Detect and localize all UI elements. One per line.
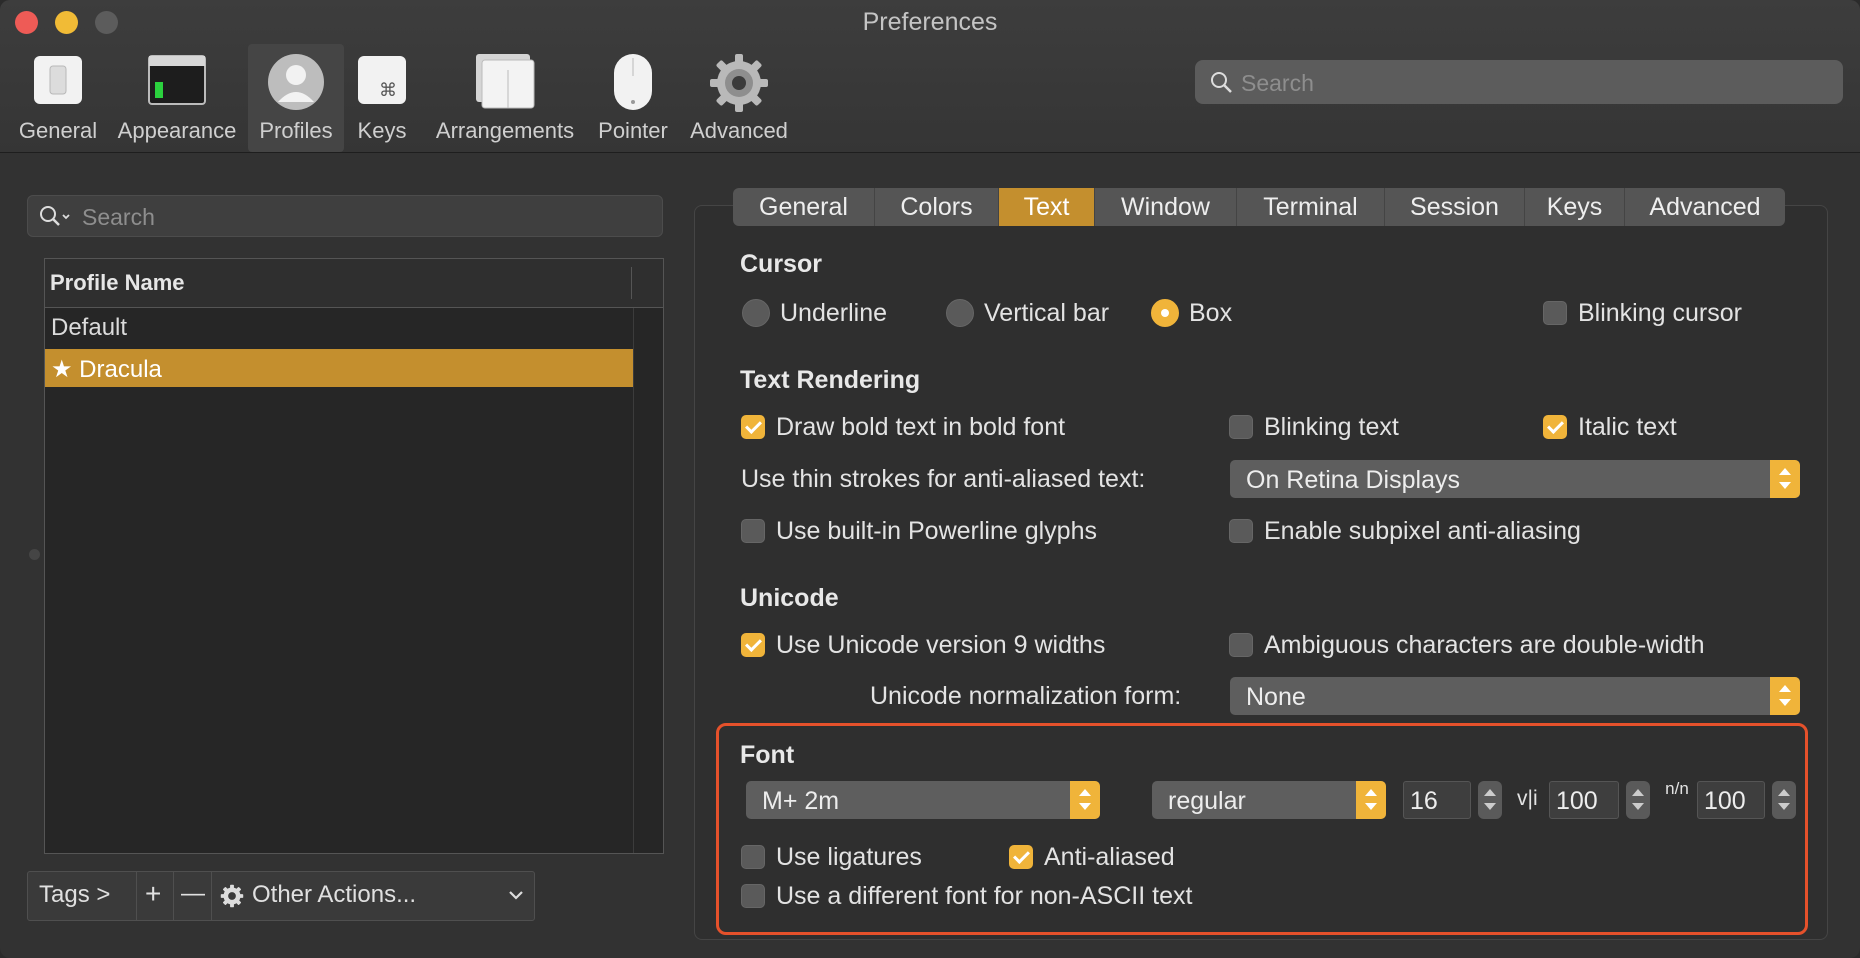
tab-session[interactable]: Session xyxy=(1385,188,1525,226)
profiles-icon xyxy=(268,54,324,110)
tab-window[interactable]: Window xyxy=(1095,188,1237,226)
toolbar-item-pointer[interactable]: Pointer xyxy=(592,44,674,152)
blinking-cursor-label: Blinking cursor xyxy=(1578,299,1742,327)
anti-aliased-label: Anti-aliased xyxy=(1044,843,1175,871)
toolbar-item-general[interactable]: General xyxy=(10,44,106,152)
profile-name: Default xyxy=(51,314,128,341)
toolbar-search xyxy=(1195,60,1843,104)
non-ascii-font-checkbox[interactable] xyxy=(741,884,765,908)
tab-general[interactable]: General xyxy=(733,188,875,226)
remove-profile-button[interactable]: — xyxy=(174,872,210,920)
font-family-popup[interactable]: M+ 2m xyxy=(746,781,1100,819)
profile-tabs: General Colors Text Window Terminal Sess… xyxy=(733,188,1785,226)
toolbar-search-input[interactable] xyxy=(1239,66,1833,100)
toolbar: Preferences General Appearance Profiles xyxy=(0,0,1860,153)
window-title: Preferences xyxy=(862,8,998,36)
cursor-section-title: Cursor xyxy=(740,250,822,278)
table-row-selected[interactable]: ★ Dracula xyxy=(45,349,633,387)
split-handle[interactable] xyxy=(29,549,40,560)
general-icon xyxy=(34,56,82,104)
bold-font-label: Draw bold text in bold font xyxy=(776,413,1066,441)
other-actions-button[interactable]: Other Actions... xyxy=(212,872,534,920)
search-icon xyxy=(1211,72,1232,93)
gear-icon xyxy=(710,54,768,112)
arrangements-icon xyxy=(476,54,535,109)
subpixel-antialiasing-checkbox[interactable] xyxy=(1229,519,1253,543)
italic-text-checkbox[interactable] xyxy=(1543,415,1567,439)
ambiguous-width-label: Ambiguous characters are double-width xyxy=(1264,631,1705,659)
anti-aliased-checkbox[interactable] xyxy=(1009,845,1033,869)
cursor-underline-label: Underline xyxy=(780,299,888,327)
cursor-vertical-bar-radio[interactable] xyxy=(946,299,974,327)
normalization-label: Unicode normalization form: xyxy=(870,682,1182,710)
thin-strokes-label: Use thin strokes for anti-aliased text: xyxy=(741,465,1146,493)
chevron-down-icon xyxy=(509,891,523,900)
thin-strokes-popup[interactable]: On Retina Displays xyxy=(1230,460,1800,498)
tab-keys[interactable]: Keys xyxy=(1525,188,1625,226)
popup-arrows-icon xyxy=(1770,677,1800,715)
unicode-section-title: Unicode xyxy=(740,584,839,612)
powerline-glyphs-checkbox[interactable] xyxy=(741,519,765,543)
powerline-glyphs-label: Use built-in Powerline glyphs xyxy=(776,517,1097,545)
tab-text[interactable]: Text xyxy=(999,188,1095,226)
blinking-cursor-checkbox[interactable] xyxy=(1543,301,1567,325)
subpixel-antialiasing-label: Enable subpixel anti-aliasing xyxy=(1264,517,1581,545)
font-size-stepper[interactable] xyxy=(1478,781,1502,819)
tags-button[interactable]: Tags > xyxy=(28,872,136,920)
gear-icon xyxy=(220,884,244,908)
profile-table: Profile Name Default ★ Dracula xyxy=(44,258,664,854)
tab-advanced[interactable]: Advanced xyxy=(1625,188,1785,226)
bold-font-checkbox[interactable] xyxy=(741,415,765,439)
cursor-underline-radio[interactable] xyxy=(742,299,770,327)
profile-search-input[interactable] xyxy=(80,200,654,234)
pointer-icon xyxy=(614,54,652,110)
table-row[interactable]: Default xyxy=(45,308,633,346)
font-section-title: Font xyxy=(740,741,795,769)
text-rendering-section-title: Text Rendering xyxy=(740,366,921,394)
italic-text-label: Italic text xyxy=(1578,413,1677,441)
cursor-vertical-bar-label: Vertical bar xyxy=(984,299,1110,327)
vertical-spacing-stepper[interactable] xyxy=(1772,781,1796,819)
horizontal-spacing-stepper[interactable] xyxy=(1626,781,1650,819)
toolbar-item-advanced[interactable]: Advanced xyxy=(684,44,794,152)
cursor-box-label: Box xyxy=(1189,299,1233,327)
unicode-v9-label: Use Unicode version 9 widths xyxy=(776,631,1106,659)
font-size-field[interactable]: 16 xyxy=(1403,781,1471,819)
svg-text:⌘: ⌘ xyxy=(379,80,397,101)
tab-terminal[interactable]: Terminal xyxy=(1237,188,1385,226)
toolbar-item-appearance[interactable]: Appearance xyxy=(110,44,244,152)
popup-arrows-icon xyxy=(1770,460,1800,498)
preferences-window: Preferences General Appearance Profiles xyxy=(0,0,1860,958)
ligatures-label: Use ligatures xyxy=(776,843,922,871)
vertical-spacing-field[interactable]: 100 xyxy=(1697,781,1765,819)
vertical-spacing-icon: n/n xyxy=(1665,779,1689,798)
profile-name: ★ Dracula xyxy=(51,356,162,383)
popup-arrows-icon xyxy=(1356,781,1386,819)
unicode-v9-checkbox[interactable] xyxy=(741,633,765,657)
ambiguous-width-checkbox[interactable] xyxy=(1229,633,1253,657)
popup-arrows-icon xyxy=(1070,781,1100,819)
toolbar-item-profiles[interactable]: Profiles xyxy=(248,44,344,152)
cursor-box-radio[interactable] xyxy=(1151,299,1179,327)
horizontal-spacing-field[interactable]: 100 xyxy=(1549,781,1619,819)
profile-search xyxy=(27,195,663,237)
add-profile-button[interactable]: + xyxy=(137,872,173,920)
search-icon xyxy=(40,206,70,226)
toolbar-item-keys[interactable]: ⌘ Keys xyxy=(350,44,414,152)
font-weight-popup[interactable]: regular xyxy=(1152,781,1386,819)
horizontal-spacing-icon: v|i xyxy=(1517,787,1538,810)
non-ascii-font-label: Use a different font for non-ASCII text xyxy=(776,882,1193,910)
appearance-icon xyxy=(148,55,206,105)
tab-colors[interactable]: Colors xyxy=(875,188,999,226)
table-header: Profile Name xyxy=(45,259,663,308)
ligatures-checkbox[interactable] xyxy=(741,845,765,869)
column-header-profile-name[interactable]: Profile Name xyxy=(50,270,185,296)
blinking-text-label: Blinking text xyxy=(1264,413,1399,441)
profile-actions-bar: Tags > + — Other Actions... xyxy=(27,871,535,921)
blinking-text-checkbox[interactable] xyxy=(1229,415,1253,439)
toolbar-item-arrangements[interactable]: Arrangements xyxy=(428,44,582,152)
keys-icon: ⌘ xyxy=(358,56,406,104)
normalization-popup[interactable]: None xyxy=(1230,677,1800,715)
